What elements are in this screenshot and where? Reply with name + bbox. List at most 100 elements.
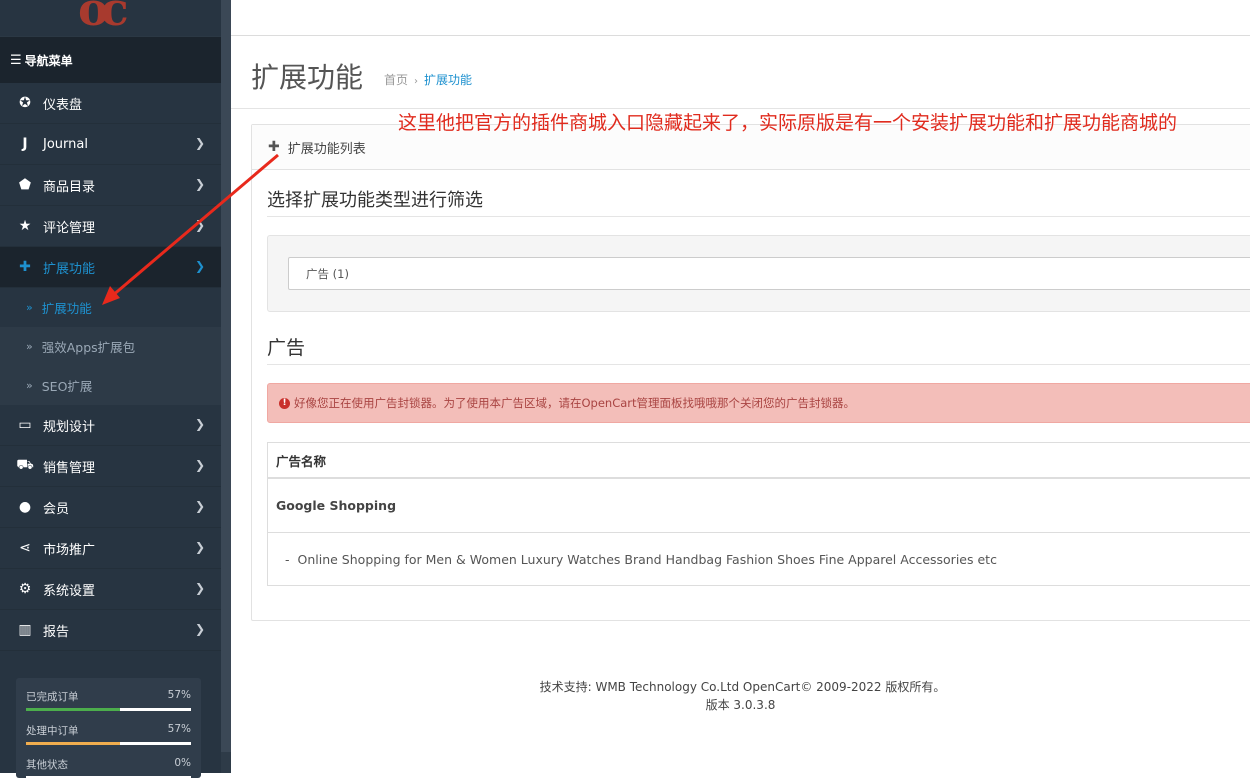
sidebar-item-reports[interactable]: ▥ 报告 ❯ [0,610,221,651]
double-chevron-icon: » [26,340,33,353]
sidebar-item-reviews[interactable]: ★ 评论管理 ❯ [0,206,221,247]
filter-title: 选择扩展功能类型进行筛选 [267,186,483,212]
stat-label: 已完成订单 [26,689,79,704]
tags-icon: ⬟ [16,177,34,193]
sidebar-item-label: 规划设计 [43,416,95,435]
chevron-right-icon: ❯ [195,417,205,431]
sidebar-item-journal[interactable]: J Journal ❯ [0,124,221,165]
breadcrumb-home[interactable]: 首页 [384,73,408,87]
extension-panel: ✚ 扩展功能列表 选择扩展功能类型进行筛选 广告 (1) 广告 ! 好像您正在使… [251,124,1250,621]
stat-label: 其他状态 [26,757,68,772]
footer-copyright: 技术支持: WMB Technology Co.Ltd OpenCart© 20… [231,678,1250,696]
chevron-right-icon: ❯ [195,499,205,513]
sidebar-item-catalog[interactable]: ⬟ 商品目录 ❯ [0,165,221,206]
table-row: Google Shopping [268,478,1250,533]
sidebar-item-design[interactable]: ▭ 规划设计 ❯ [0,405,221,446]
submenu-item-label: SEO扩展 [42,376,93,395]
annotation-text: 这里他把官方的插件商城入口隐藏起来了，实际原版是有一个安装扩展功能和扩展功能商城… [398,110,1208,137]
sidebar-scrollbar[interactable] [221,0,231,773]
chevron-right-icon: ❯ [195,259,205,273]
section-title: 广告 [267,333,305,360]
submenu-item-apps[interactable]: » 强效Apps扩展包 [0,327,221,366]
progress-bar [26,776,191,779]
footer-version: 版本 3.0.3.8 [231,696,1250,714]
progress-fill [26,742,120,745]
hamburger-icon: ☰ [10,53,22,68]
alert-text: 好像您正在使用广告封锁器。为了使用本广告区域，请在OpenCart管理面板找哦哦… [294,395,855,411]
table-header: 广告名称 [268,443,1250,479]
extensions-submenu: » 扩展功能 » 强效Apps扩展包 » SEO扩展 [0,288,221,405]
sidebar-item-label: 销售管理 [43,457,95,476]
double-chevron-icon: » [26,379,33,392]
stat-label: 处理中订单 [26,723,79,738]
nav-header: ☰ 导航菜单 [0,36,221,83]
extension-type-select[interactable]: 广告 (1) [288,257,1250,290]
stat-percent: 0% [174,757,191,769]
table-row: -Online Shopping for Men & Women Luxury … [268,533,1250,586]
ad-desc-text: Online Shopping for Men & Women Luxury W… [298,552,997,567]
dashboard-icon: ✪ [16,95,34,111]
double-chevron-icon: » [26,301,33,314]
sidebar-item-label: 评论管理 [43,217,95,236]
stat-processing: 处理中订单 57% [26,712,191,746]
divider [267,216,1250,217]
stat-percent: 57% [168,689,191,701]
chevron-right-icon: ❯ [195,581,205,595]
sidebar-item-label: 仪表盘 [43,94,82,113]
stat-completed: 已完成订单 57% [26,678,191,712]
divider [267,364,1250,365]
page-title: 扩展功能 [251,56,363,96]
panel-heading-label: 扩展功能列表 [288,138,366,157]
scrollbar-thumb[interactable] [221,0,231,752]
puzzle-icon: ✚ [268,139,280,155]
sidebar-item-sales[interactable]: ⛟ 销售管理 ❯ [0,446,221,487]
sidebar-item-label: 报告 [43,621,69,640]
adblock-alert: ! 好像您正在使用广告封锁器。为了使用本广告区域，请在OpenCart管理面板找… [267,383,1250,423]
chevron-right-icon: ❯ [195,136,205,150]
chevron-right-icon: ❯ [195,458,205,472]
nav-header-label: 导航菜单 [25,52,73,69]
footer: 技术支持: WMB Technology Co.Ltd OpenCart© 20… [231,678,1250,714]
sidebar-item-label: 市场推广 [43,539,95,558]
progress-fill [26,708,120,711]
sidebar: oc ☰ 导航菜单 ✪ 仪表盘 J Journal ❯ ⬟ 商品目录 ❯ ★ 评… [0,0,221,773]
submenu-item-seo[interactable]: » SEO扩展 [0,366,221,405]
puzzle-icon: ✚ [16,259,34,275]
stat-percent: 57% [168,723,191,735]
sidebar-item-extensions[interactable]: ✚ 扩展功能 ❯ [0,247,221,288]
ad-table: 广告名称 Google Shopping -Online Shopping fo… [267,442,1250,586]
exclamation-circle-icon: ! [279,398,290,409]
sidebar-item-label: 商品目录 [43,176,95,195]
submenu-item-extensions[interactable]: » 扩展功能 [0,288,221,327]
breadcrumb: 首页 › 扩展功能 [384,71,472,88]
sidebar-item-customers[interactable]: ● 会员 ❯ [0,487,221,528]
stat-other: 其他状态 0% [26,746,191,780]
journal-j-icon: J [16,136,34,152]
sidebar-item-label: 系统设置 [43,580,95,599]
breadcrumb-current[interactable]: 扩展功能 [424,73,472,87]
bar-chart-icon: ▥ [16,622,34,638]
submenu-item-label: 扩展功能 [42,298,92,317]
sidebar-item-label: 扩展功能 [43,258,95,277]
top-bar [231,0,1250,36]
logo-area: oc [0,0,221,36]
sidebar-item-label: 会员 [43,498,69,517]
sidebar-item-marketing[interactable]: ⋖ 市场推广 ❯ [0,528,221,569]
chevron-right-icon: ❯ [195,218,205,232]
sidebar-item-dashboard[interactable]: ✪ 仪表盘 [0,83,221,124]
order-stats: 已完成订单 57% 处理中订单 57% 其他状态 0% [16,678,201,778]
sidebar-item-system[interactable]: ⚙ 系统设置 ❯ [0,569,221,610]
user-icon: ● [16,499,34,515]
logo: oc [78,0,121,32]
ad-desc-cell[interactable]: -Online Shopping for Men & Women Luxury … [268,533,1250,586]
breadcrumb-separator-icon: › [414,76,418,87]
desktop-icon: ▭ [16,417,34,433]
submenu-item-label: 强效Apps扩展包 [42,337,135,356]
filter-well: 广告 (1) [267,235,1250,312]
list-dash: - [285,552,290,567]
sidebar-menu: ✪ 仪表盘 J Journal ❯ ⬟ 商品目录 ❯ ★ 评论管理 ❯ ✚ 扩展… [0,83,221,651]
page-header: 扩展功能 首页 › 扩展功能 [231,36,1250,109]
progress-bar [26,708,191,711]
cog-icon: ⚙ [16,581,34,597]
ad-name-cell: Google Shopping [268,478,1250,533]
